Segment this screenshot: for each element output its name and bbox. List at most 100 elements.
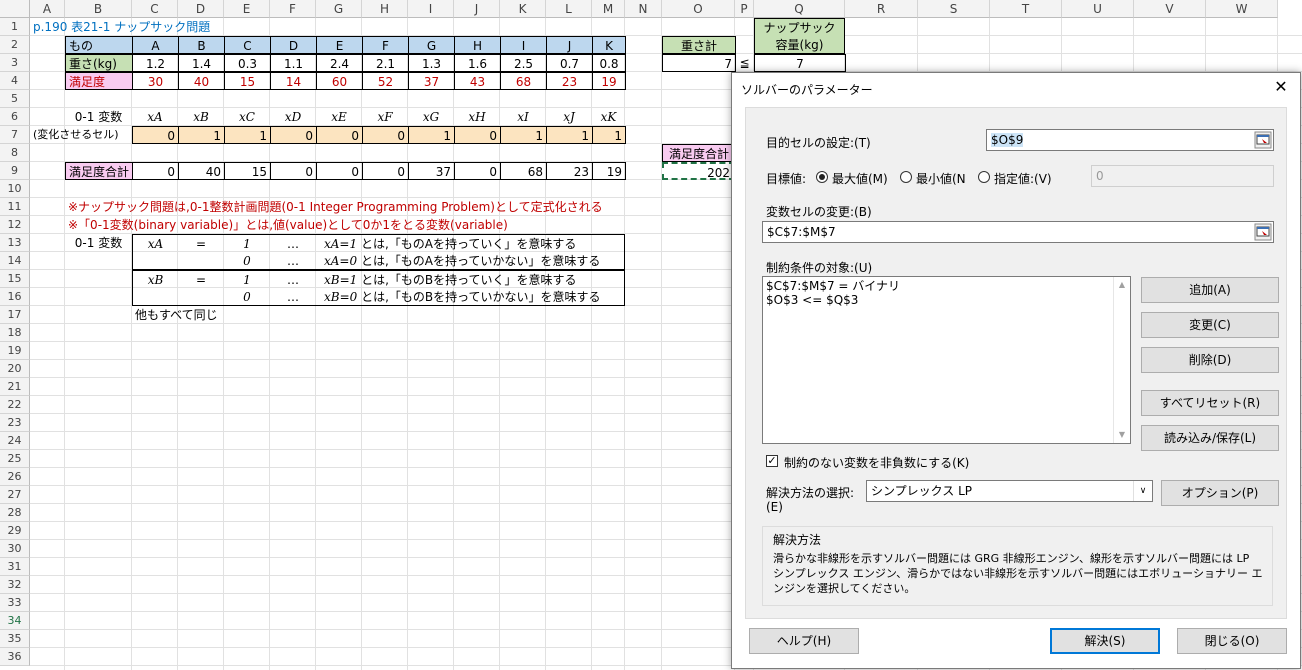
- satisfaction-value[interactable]: 40: [178, 72, 225, 90]
- column-header-l[interactable]: L: [546, 0, 592, 18]
- scroll-down-icon[interactable]: ▼: [1114, 427, 1130, 443]
- constraints-list[interactable]: $C$7:$M$7 = バイナリ $O$3 <= $Q$3 ▲ ▼: [762, 276, 1131, 444]
- weight-value[interactable]: 1.1: [270, 54, 317, 72]
- column-header-r[interactable]: R: [845, 0, 918, 18]
- items-label[interactable]: もの: [65, 36, 133, 54]
- def-val[interactable]: 0: [224, 252, 270, 270]
- column-header-k[interactable]: K: [500, 0, 546, 18]
- item-name[interactable]: I: [500, 36, 547, 54]
- satisfaction-value[interactable]: 43: [454, 72, 501, 90]
- changing-cells-input[interactable]: $C$7:$M$7: [762, 221, 1274, 243]
- satisfaction-value[interactable]: 19: [592, 72, 626, 90]
- column-header-a[interactable]: A: [30, 0, 65, 18]
- row-header-2[interactable]: 2: [0, 36, 30, 54]
- others-same[interactable]: 他もすべて同じ: [132, 306, 316, 324]
- def-var[interactable]: xA: [132, 234, 178, 252]
- sat-total-label[interactable]: 満足度合計: [65, 162, 133, 180]
- changing-label[interactable]: (変化させるセル): [30, 126, 132, 144]
- load-save-button[interactable]: 読み込み/保存(L): [1141, 425, 1279, 451]
- note-2[interactable]: ※「0-1変数(binary variable)」とは,値(value)として0…: [65, 216, 625, 234]
- row-header-5[interactable]: 5: [0, 90, 30, 108]
- column-header-d[interactable]: D: [178, 0, 224, 18]
- var-name[interactable]: xE: [316, 108, 362, 126]
- def-desc[interactable]: xB=1 とは,「ものBを持っていく」を意味する: [316, 270, 625, 288]
- weight-value[interactable]: 0.3: [224, 54, 271, 72]
- column-header-t[interactable]: T: [990, 0, 1062, 18]
- var-cell[interactable]: 0: [362, 126, 409, 144]
- var-name[interactable]: xI: [500, 108, 546, 126]
- column-header-b[interactable]: B: [65, 0, 132, 18]
- def-val[interactable]: 1: [224, 234, 270, 252]
- options-button[interactable]: オプション(P): [1161, 480, 1279, 506]
- var-name[interactable]: xJ: [546, 108, 592, 126]
- row-header-20[interactable]: 20: [0, 360, 30, 378]
- weight-total[interactable]: 7: [662, 54, 736, 72]
- row-header-3[interactable]: 3: [0, 54, 30, 72]
- row-header-7[interactable]: 7: [0, 126, 30, 144]
- item-name[interactable]: C: [224, 36, 271, 54]
- item-name[interactable]: H: [454, 36, 501, 54]
- def-eq[interactable]: [178, 288, 224, 306]
- satisfaction-value[interactable]: 15: [224, 72, 271, 90]
- item-name[interactable]: K: [592, 36, 626, 54]
- leq-sign[interactable]: ≦: [735, 54, 754, 72]
- sat-row-value[interactable]: 0: [362, 162, 409, 180]
- item-name[interactable]: G: [408, 36, 455, 54]
- def-eq[interactable]: =: [178, 270, 224, 288]
- sat-row-value[interactable]: 0: [132, 162, 179, 180]
- delete-button[interactable]: 削除(D): [1141, 347, 1279, 373]
- change-button[interactable]: 変更(C): [1141, 312, 1279, 338]
- sat-row-value[interactable]: 19: [592, 162, 626, 180]
- sat-total[interactable]: 202: [662, 162, 735, 180]
- weight-value[interactable]: 2.5: [500, 54, 547, 72]
- def-label[interactable]: 0-1 変数: [65, 234, 132, 252]
- column-header-g[interactable]: G: [316, 0, 362, 18]
- satisfaction-value[interactable]: 60: [316, 72, 363, 90]
- row-header-21[interactable]: 21: [0, 378, 30, 396]
- def-desc[interactable]: xA=0 とは,「ものAを持っていかない」を意味する: [316, 252, 625, 270]
- satisfaction-value[interactable]: 68: [500, 72, 547, 90]
- column-header-j[interactable]: J: [454, 0, 500, 18]
- column-header-w[interactable]: W: [1206, 0, 1278, 18]
- sheet-title[interactable]: p.190 表21-1 ナップサック問題: [30, 18, 362, 36]
- def-eq[interactable]: =: [178, 234, 224, 252]
- solve-button[interactable]: 解決(S): [1050, 628, 1160, 654]
- collapse-dialog-icon[interactable]: [1254, 223, 1272, 241]
- sat-row-value[interactable]: 15: [224, 162, 271, 180]
- column-header-m[interactable]: M: [592, 0, 625, 18]
- reset-all-button[interactable]: すべてリセット(R): [1141, 390, 1279, 416]
- weight-value[interactable]: 1.2: [132, 54, 179, 72]
- select-all-corner[interactable]: [0, 0, 30, 18]
- var-name[interactable]: xG: [408, 108, 454, 126]
- constraint-item[interactable]: $O$3 <= $Q$3: [766, 293, 858, 307]
- row-header-30[interactable]: 30: [0, 540, 30, 558]
- column-header-i[interactable]: I: [408, 0, 454, 18]
- row-header-27[interactable]: 27: [0, 486, 30, 504]
- satisfaction-value[interactable]: 23: [546, 72, 593, 90]
- weight-value[interactable]: 1.6: [454, 54, 501, 72]
- sat-row-value[interactable]: 0: [454, 162, 501, 180]
- column-header-o[interactable]: O: [662, 0, 735, 18]
- var-cell[interactable]: 0: [270, 126, 317, 144]
- nonneg-checkbox[interactable]: ✓: [766, 455, 778, 467]
- row-header-12[interactable]: 12: [0, 216, 30, 234]
- weight-value[interactable]: 2.4: [316, 54, 363, 72]
- def-var[interactable]: [132, 288, 178, 306]
- var-cell[interactable]: 1: [224, 126, 271, 144]
- satisfaction-label[interactable]: 満足度: [65, 72, 133, 90]
- def-val[interactable]: 1: [224, 270, 270, 288]
- item-name[interactable]: B: [178, 36, 225, 54]
- var-cell[interactable]: 1: [408, 126, 455, 144]
- column-header-h[interactable]: H: [362, 0, 408, 18]
- column-header-e[interactable]: E: [224, 0, 270, 18]
- close-button[interactable]: 閉じる(O): [1177, 628, 1287, 654]
- sat-row-value[interactable]: 0: [270, 162, 317, 180]
- row-header-18[interactable]: 18: [0, 324, 30, 342]
- var-label[interactable]: 0-1 変数: [65, 108, 132, 126]
- var-cell[interactable]: 1: [178, 126, 225, 144]
- weight-value[interactable]: 1.3: [408, 54, 455, 72]
- note-1[interactable]: ※ナップサック問題は,0-1整数計画問題(0-1 Integer Program…: [65, 198, 625, 216]
- row-header-35[interactable]: 35: [0, 630, 30, 648]
- row-header-15[interactable]: 15: [0, 270, 30, 288]
- satisfaction-value[interactable]: 52: [362, 72, 409, 90]
